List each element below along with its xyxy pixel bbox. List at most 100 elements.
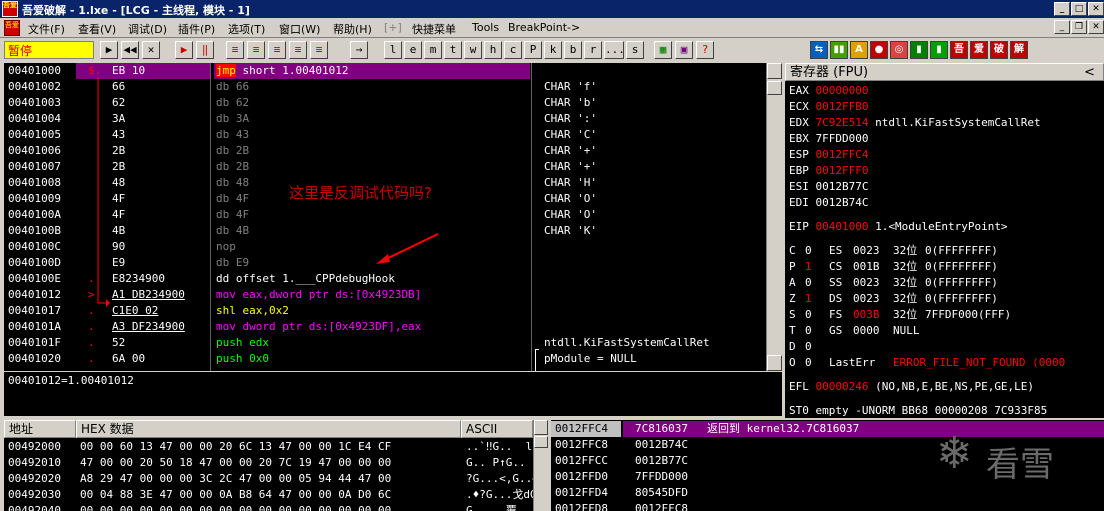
scroll-up-icon[interactable] bbox=[767, 63, 782, 79]
flag-row[interactable]: P 1 CS 001B 32位 0(FFFFFFFF) bbox=[789, 259, 1104, 275]
stack-value[interactable]: 0012B74C bbox=[635, 437, 688, 453]
step-over-icon[interactable]: ≡ bbox=[247, 41, 265, 59]
plugin-green-icon[interactable]: ▮ bbox=[910, 41, 928, 59]
dump-hex[interactable]: 00 00 60 13 47 00 00 20 6C 13 47 00 00 1… bbox=[80, 439, 391, 455]
disasm-address[interactable]: 00401007 bbox=[8, 159, 61, 175]
references-window-button[interactable]: r bbox=[584, 41, 602, 59]
stack-value[interactable]: 7FFDD000 bbox=[635, 469, 688, 485]
stack-value[interactable]: 7C816037 bbox=[635, 421, 688, 437]
po-icon[interactable]: 破 bbox=[990, 41, 1008, 59]
disasm-address[interactable]: 00401005 bbox=[8, 127, 61, 143]
stack-address[interactable]: 0012FFC8 bbox=[555, 437, 608, 453]
stack-row[interactable]: 0012FFD4 80545DFD bbox=[551, 485, 1104, 501]
register-row[interactable]: ESI 0012B77C bbox=[789, 179, 868, 195]
disasm-address[interactable]: 0040100B bbox=[8, 223, 61, 239]
run-trace-window-button[interactable]: ... bbox=[604, 41, 625, 59]
menu-plus[interactable]: [+] bbox=[384, 21, 402, 34]
register-row[interactable]: ESP 0012FFC4 bbox=[789, 147, 868, 163]
dump-scrollbar-thumb[interactable] bbox=[534, 436, 548, 448]
menu-shortcuts[interactable]: 快捷菜单 bbox=[412, 21, 456, 37]
register-value[interactable]: 0012B74C bbox=[816, 196, 869, 209]
disasm-row[interactable]: 00401017. C1E0 02 shl eax,0x2 bbox=[4, 303, 766, 319]
register-value[interactable]: 00000246 bbox=[816, 380, 869, 393]
flag-value[interactable]: 1 bbox=[805, 291, 812, 307]
disasm-address[interactable]: 00401012 bbox=[8, 287, 61, 303]
disasm-row[interactable]: 0040100E. E8234900 dd offset 1.___CPPdebug… bbox=[4, 271, 766, 287]
execute-till-return-icon[interactable]: ≡ bbox=[310, 41, 328, 59]
dump-header-hex[interactable]: HEX 数据 bbox=[76, 420, 461, 438]
child-minimize-button[interactable]: _ bbox=[1054, 20, 1070, 34]
patches-window-button[interactable]: P bbox=[524, 41, 542, 59]
stack-value[interactable]: 80545DFD bbox=[635, 485, 688, 501]
plugin-pause-icon[interactable]: ▮▮ bbox=[830, 41, 848, 59]
restart-icon[interactable]: ◀◀ bbox=[121, 41, 139, 59]
close-program-icon[interactable]: ✕ bbox=[142, 41, 160, 59]
target-icon[interactable]: ◎ bbox=[890, 41, 908, 59]
menu-breakpoint[interactable]: BreakPoint-> bbox=[508, 21, 580, 34]
efl-row[interactable]: EFL 00000246 (NO,NB,E,BE,NS,PE,GE,LE) bbox=[789, 379, 1034, 395]
handles-window-button[interactable]: h bbox=[484, 41, 502, 59]
plugin-table-icon[interactable]: ▮ bbox=[930, 41, 948, 59]
disasm-address[interactable]: 0040100C bbox=[8, 239, 61, 255]
memory-window-button[interactable]: m bbox=[424, 41, 442, 59]
disasm-row[interactable]: 00401020. 6A 00 push 0x0 pModule = NULL bbox=[4, 351, 766, 367]
stack-value[interactable]: 0012B77C bbox=[635, 453, 688, 469]
plugin-a-icon[interactable]: A bbox=[850, 41, 868, 59]
menu-file[interactable]: 文件(F) bbox=[28, 21, 65, 37]
register-value[interactable]: 7FFDD000 bbox=[816, 132, 869, 145]
menu-options[interactable]: 选项(T) bbox=[228, 21, 265, 37]
dump-scrollbar[interactable] bbox=[533, 420, 548, 511]
goto-icon[interactable]: → bbox=[350, 41, 368, 59]
step-into-icon[interactable]: ≡ bbox=[226, 41, 244, 59]
appearance-icon[interactable]: ▣ bbox=[675, 41, 693, 59]
stack-address[interactable]: 0012FFC4 bbox=[555, 421, 608, 437]
register-row[interactable]: EAX 00000000 bbox=[789, 83, 868, 99]
flag-row[interactable]: Z 1 DS 0023 32位 0(FFFFFFFF) bbox=[789, 291, 1104, 307]
disasm-row[interactable]: 0040101A. A3 DF234900 mov dword ptr ds:[0x… bbox=[4, 319, 766, 335]
disasm-address[interactable]: 0040101A bbox=[8, 319, 61, 335]
threads-window-button[interactable]: t bbox=[444, 41, 462, 59]
source-window-button[interactable]: s bbox=[626, 41, 644, 59]
scroll-down-icon[interactable] bbox=[767, 355, 782, 371]
disasm-address[interactable]: 00401004 bbox=[8, 111, 61, 127]
dump-pane[interactable]: 00492000 00 00 60 13 47 00 00 20 6C 13 47… bbox=[4, 438, 533, 511]
jie-icon[interactable]: 解 bbox=[1010, 41, 1028, 59]
flag-value[interactable]: 0 bbox=[805, 339, 812, 355]
flag-value[interactable]: 1 bbox=[805, 259, 812, 275]
dump-header-ascii[interactable]: ASCII bbox=[461, 420, 533, 438]
disasm-row[interactable]: 0040101F. 52 push edx ntdll.KiFastSystemCal… bbox=[4, 335, 766, 351]
open-icon[interactable]: ▶ bbox=[100, 41, 118, 59]
flag-value[interactable]: 0 bbox=[805, 243, 812, 259]
register-row[interactable]: EBP 0012FFF0 bbox=[789, 163, 868, 179]
disasm-row[interactable]: 00401000 $. EB 10 jmp short 1.00401012 bbox=[4, 63, 766, 79]
flag-row[interactable]: A 0 SS 0023 32位 0(FFFFFFFF) bbox=[789, 275, 1104, 291]
flag-value[interactable]: 0 bbox=[805, 307, 812, 323]
register-value[interactable]: 7C92E514 bbox=[816, 116, 869, 129]
disasm-address[interactable]: 0040100A bbox=[8, 207, 61, 223]
stack-value[interactable]: 0012FFC8 bbox=[635, 501, 688, 511]
register-row[interactable]: EDX 7C92E514 ntdll.KiFastSystemCallRet bbox=[789, 115, 1041, 131]
stack-address[interactable]: 0012FFD0 bbox=[555, 469, 608, 485]
options-icon[interactable]: ▦ bbox=[654, 41, 672, 59]
fpu-st0-row[interactable]: ST0 empty -UNORM BB68 00000208 7C933F85 bbox=[789, 403, 1047, 418]
menu-window[interactable]: 窗口(W) bbox=[279, 21, 320, 37]
disasm-address[interactable]: 00401003 bbox=[8, 95, 61, 111]
ai-icon[interactable]: 爱 bbox=[970, 41, 988, 59]
disasm-address[interactable]: 00401006 bbox=[8, 143, 61, 159]
dump-address[interactable]: 00492020 bbox=[8, 471, 61, 487]
dump-hex[interactable]: A8 29 47 00 00 00 3C 2C 47 00 00 05 94 4… bbox=[80, 471, 391, 487]
cpu-window-button[interactable]: c bbox=[504, 41, 522, 59]
disasm-address[interactable]: 0040100D bbox=[8, 255, 61, 271]
stack-address[interactable]: 0012FFD8 bbox=[555, 501, 608, 511]
flag-row[interactable]: T 0 GS 0000 NULL bbox=[789, 323, 1104, 339]
maximize-button[interactable]: □ bbox=[1071, 2, 1087, 16]
register-value[interactable]: 00000000 bbox=[816, 84, 869, 97]
eip-row[interactable]: EIP 00401000 1.<ModuleEntryPoint> bbox=[789, 219, 1008, 235]
wu-icon[interactable]: 吾 bbox=[950, 41, 968, 59]
disassembly-scrollbar[interactable] bbox=[766, 63, 782, 371]
dump-header-address[interactable]: 地址 bbox=[4, 420, 76, 438]
flag-row[interactable]: S 0 FS 003B 32位 7FFDF000(FFF) bbox=[789, 307, 1104, 323]
dump-hex[interactable]: 00 04 88 3E 47 00 00 0A B8 64 47 00 00 0… bbox=[80, 487, 391, 503]
help-icon[interactable]: ? bbox=[696, 41, 714, 59]
disasm-row[interactable]: 00401002 66 db 66 CHAR 'f' bbox=[4, 79, 766, 95]
